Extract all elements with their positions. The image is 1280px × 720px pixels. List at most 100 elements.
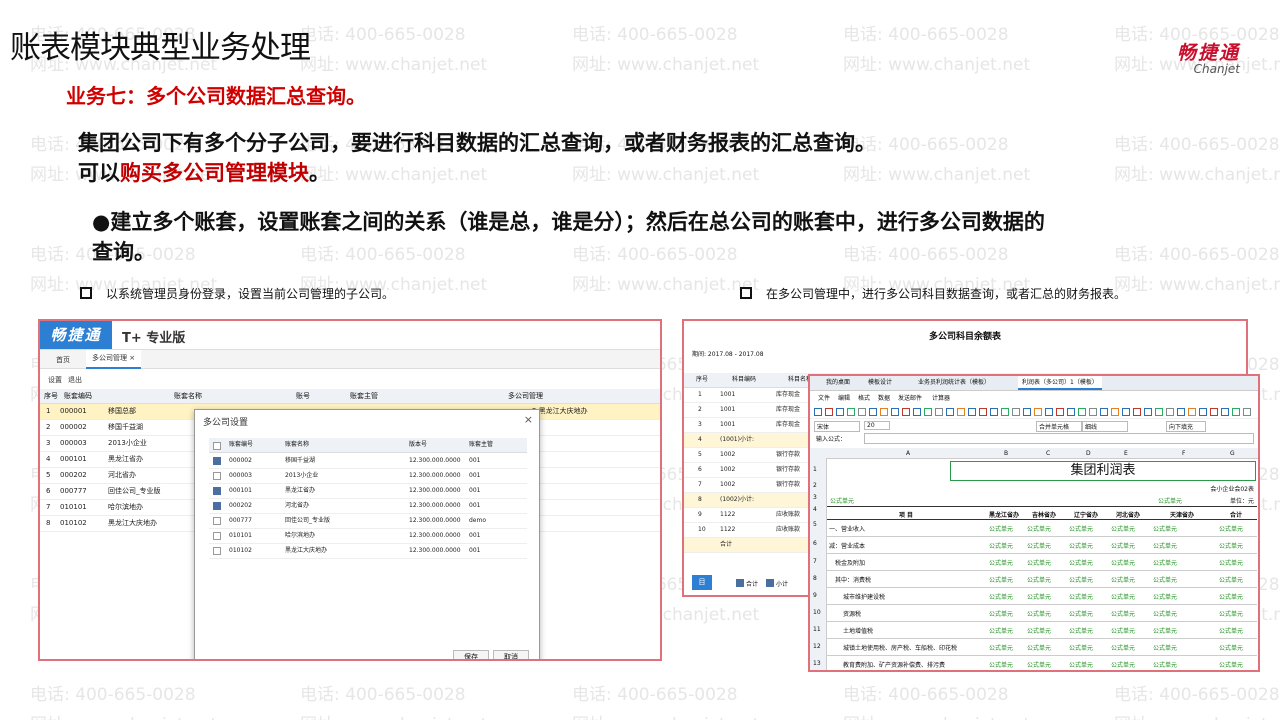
grid-formula-cell[interactable]: 公式单元 bbox=[1219, 660, 1243, 669]
row-checkbox[interactable] bbox=[213, 472, 221, 480]
dialog-row[interactable]: 010102 黑龙江大庆地办 12.300.000.0000 001 bbox=[209, 543, 527, 559]
grid-row[interactable]: 教育费附加、矿产资源补偿费、排污费 公式单元 公式单元 公式单元 公式单元 公式单元 公式单… bbox=[827, 656, 1257, 670]
toolbar-tool-icon[interactable] bbox=[1232, 408, 1240, 416]
toolbar-tool-icon[interactable] bbox=[847, 408, 855, 416]
grid-formula-cell[interactable]: 公式单元 bbox=[1153, 524, 1177, 533]
toolbar-tool-icon[interactable] bbox=[1133, 408, 1141, 416]
toolbar-tool-icon[interactable] bbox=[1210, 408, 1218, 416]
dialog-row[interactable]: 000202 河北省办 12.300.000.0000 001 bbox=[209, 498, 527, 514]
grid-formula-cell[interactable]: 公式单元 bbox=[989, 592, 1013, 601]
menu-item[interactable]: 格式 bbox=[858, 393, 870, 402]
grid-row[interactable]: 城镇土地使用税、房产税、车船税、印花税 公式单元 公式单元 公式单元 公式单元 公式单元 公… bbox=[827, 639, 1257, 656]
toolbar-tool-icon[interactable] bbox=[858, 408, 866, 416]
toolbar-tool-icon[interactable] bbox=[1221, 408, 1229, 416]
grid-formula-cell[interactable]: 公式单元 bbox=[1027, 541, 1051, 550]
grid-formula-cell[interactable]: 公式单元 bbox=[1111, 558, 1135, 567]
total-checkbox[interactable] bbox=[736, 579, 744, 587]
grid-formula-cell[interactable]: 公式单元 bbox=[1219, 643, 1243, 652]
toolbar-tool-icon[interactable] bbox=[968, 408, 976, 416]
grid-formula-cell[interactable]: 公式单元 bbox=[1069, 660, 1093, 669]
toolbar-tool-icon[interactable] bbox=[880, 408, 888, 416]
grid-formula-cell[interactable]: 公式单元 bbox=[1153, 609, 1177, 618]
toolbar-tool-icon[interactable] bbox=[1122, 408, 1130, 416]
dialog-row[interactable]: 000101 黑龙江省办 12.300.000.0000 001 bbox=[209, 483, 527, 499]
grid-row[interactable]: 土地增值税 公式单元 公式单元 公式单元 公式单元 公式单元 公式单元 bbox=[827, 622, 1257, 639]
grid-formula-cell[interactable]: 公式单元 bbox=[1027, 524, 1051, 533]
formula-input[interactable] bbox=[864, 433, 1254, 444]
balance-row[interactable]: 5 1002 银行存款 bbox=[684, 448, 814, 463]
grid-formula-cell[interactable]: 公式单元 bbox=[1111, 592, 1135, 601]
toolbar-tool-icon[interactable] bbox=[1166, 408, 1174, 416]
balance-row[interactable]: 9 1122 应收账款 bbox=[684, 508, 814, 523]
tab-multi-company[interactable]: 多公司管理 × bbox=[86, 350, 142, 369]
close-icon[interactable]: × bbox=[129, 354, 135, 362]
balance-row[interactable]: 3 1001 库存现金 bbox=[684, 418, 814, 433]
tab-sales-profit[interactable]: 业务员利润统计表（模板） bbox=[918, 376, 990, 390]
fill-select[interactable]: 向下填充 bbox=[1166, 421, 1206, 432]
toolbar-tool-icon[interactable] bbox=[1243, 408, 1251, 416]
grid-formula-cell[interactable]: 公式单元 bbox=[1111, 626, 1135, 635]
subtotal-checkbox[interactable] bbox=[766, 579, 774, 587]
grid-formula-cell[interactable]: 公式单元 bbox=[1111, 643, 1135, 652]
grid-formula-cell[interactable]: 公式单元 bbox=[1027, 626, 1051, 635]
toolbar-tool-icon[interactable] bbox=[1177, 408, 1185, 416]
grid-formula-cell[interactable]: 公式单元 bbox=[989, 524, 1013, 533]
select-all-checkbox[interactable] bbox=[213, 442, 221, 450]
grid-row[interactable]: 税金及附加 公式单元 公式单元 公式单元 公式单元 公式单元 公式单元 bbox=[827, 554, 1257, 571]
grid-formula-cell[interactable]: 公式单元 bbox=[1111, 609, 1135, 618]
grid-formula-cell[interactable]: 公式单元 bbox=[1027, 643, 1051, 652]
toolbar-tool-icon[interactable] bbox=[891, 408, 899, 416]
grid-formula-cell[interactable]: 公式单元 bbox=[1069, 643, 1093, 652]
grid-formula-cell[interactable]: 公式单元 bbox=[989, 609, 1013, 618]
balance-row[interactable]: 4 (1001)小计: bbox=[684, 433, 814, 448]
row-checkbox[interactable] bbox=[213, 502, 221, 510]
toolbar-tool-icon[interactable] bbox=[1100, 408, 1108, 416]
tab-profit-multi[interactable]: 利润表（多公司）1（模板） bbox=[1018, 376, 1102, 390]
grid-row[interactable]: 其中：消费税 公式单元 公式单元 公式单元 公式单元 公式单元 公式单元 bbox=[827, 571, 1257, 588]
balance-row[interactable]: 8 (1002)小计: bbox=[684, 493, 814, 508]
tab-home[interactable]: 首页 bbox=[56, 355, 70, 365]
menu-item[interactable]: 计算器 bbox=[932, 393, 950, 402]
grid-formula-cell[interactable]: 公式单元 bbox=[1027, 609, 1051, 618]
grid-formula-cell[interactable]: 公式单元 bbox=[1219, 524, 1243, 533]
grid-formula-cell[interactable]: 公式单元 bbox=[989, 541, 1013, 550]
toolbar-tool-icon[interactable] bbox=[990, 408, 998, 416]
menu-item[interactable]: 发送邮件 bbox=[898, 393, 922, 402]
grid-row[interactable]: 减：营业成本 公式单元 公式单元 公式单元 公式单元 公式单元 公式单元 bbox=[827, 537, 1257, 554]
grid-formula-cell[interactable]: 公式单元 bbox=[989, 575, 1013, 584]
grid-formula-cell[interactable]: 公式单元 bbox=[1111, 524, 1135, 533]
toolbar-tool-icon[interactable] bbox=[1199, 408, 1207, 416]
toolbar-tool-icon[interactable] bbox=[1111, 408, 1119, 416]
save-button[interactable]: 保存 bbox=[453, 650, 489, 659]
toolbar-tool-icon[interactable] bbox=[1056, 408, 1064, 416]
grid-formula-cell[interactable]: 公式单元 bbox=[1069, 524, 1093, 533]
grid-row[interactable]: 资源税 公式单元 公式单元 公式单元 公式单元 公式单元 公式单元 bbox=[827, 605, 1257, 622]
grid-formula-cell[interactable]: 公式单元 bbox=[1153, 643, 1177, 652]
balance-row[interactable]: 10 1122 应收账款 bbox=[684, 523, 814, 538]
subtotal-check[interactable]: 小计 bbox=[766, 578, 788, 588]
balance-row[interactable]: 2 1001 库存现金 bbox=[684, 403, 814, 418]
grid-formula-cell[interactable]: 公式单元 bbox=[1027, 558, 1051, 567]
toolbar-tool-icon[interactable] bbox=[924, 408, 932, 416]
menu-item[interactable]: 文件 bbox=[818, 393, 830, 402]
grid-formula-cell[interactable]: 公式单元 bbox=[1069, 626, 1093, 635]
dialog-row[interactable]: 000777 回佳公司_专业版 12.300.000.0000 demo bbox=[209, 513, 527, 529]
total-check[interactable]: 合计 bbox=[736, 578, 758, 588]
toolbar-tool-icon[interactable] bbox=[1188, 408, 1196, 416]
grid-formula-cell[interactable]: 公式单元 bbox=[989, 626, 1013, 635]
dialog-row[interactable]: 000002 移国千益湖 12.300.000.0000 001 bbox=[209, 453, 527, 469]
toolbar-tool-icon[interactable] bbox=[913, 408, 921, 416]
toolbar-exit[interactable]: 退出 bbox=[68, 375, 82, 385]
grid-formula-cell[interactable]: 公式单元 bbox=[1219, 575, 1243, 584]
grid-formula-cell[interactable]: 公式单元 bbox=[1027, 660, 1051, 669]
balance-row[interactable]: 7 1002 银行存款 bbox=[684, 478, 814, 493]
grid-formula-cell[interactable]: 公式单元 bbox=[1069, 609, 1093, 618]
grid-formula-cell[interactable]: 公式单元 bbox=[1069, 575, 1093, 584]
toolbar-tool-icon[interactable] bbox=[902, 408, 910, 416]
toolbar-tool-icon[interactable] bbox=[1034, 408, 1042, 416]
toolbar-tool-icon[interactable] bbox=[836, 408, 844, 416]
toolbar-settings[interactable]: 设置 bbox=[48, 375, 62, 385]
merge-select[interactable]: 合并单元格 bbox=[1036, 421, 1082, 432]
toolbar-tool-icon[interactable] bbox=[1045, 408, 1053, 416]
toolbar-tool-icon[interactable] bbox=[1023, 408, 1031, 416]
